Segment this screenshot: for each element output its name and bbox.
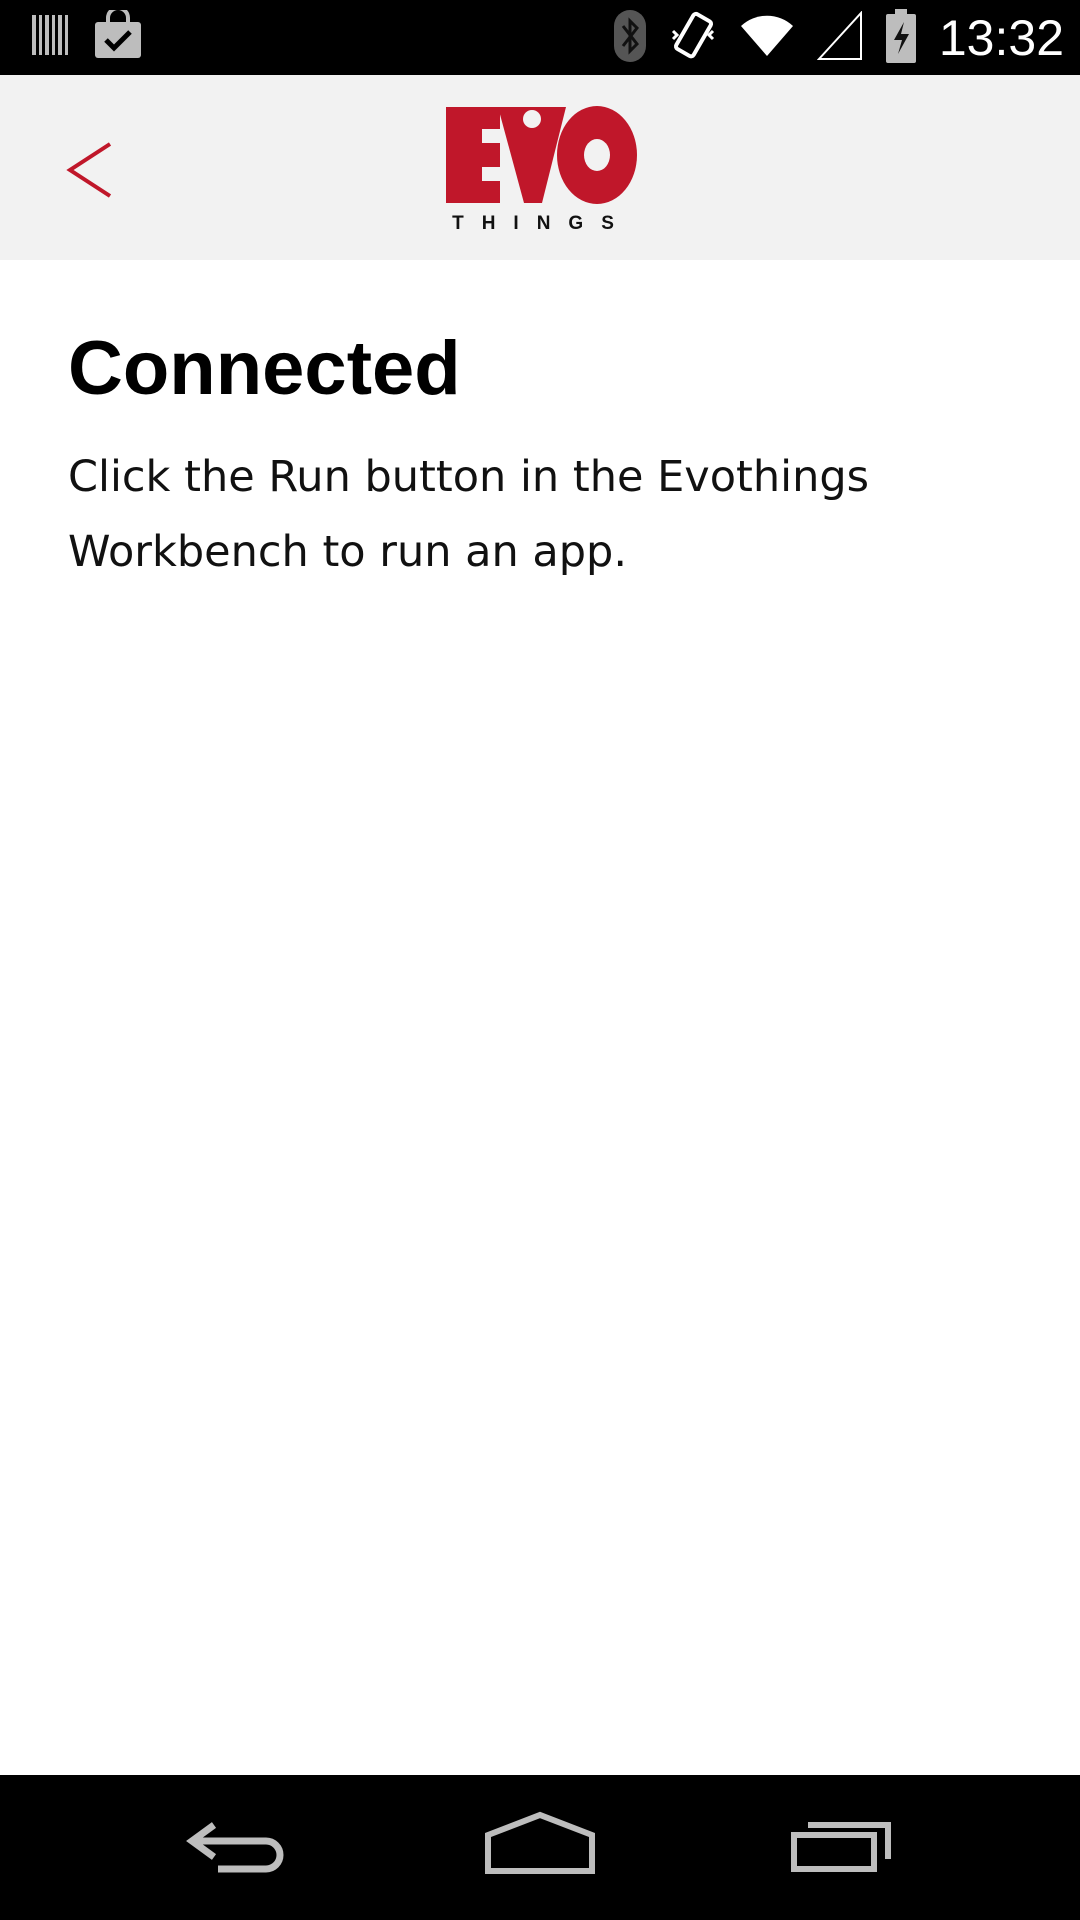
recents-nav-icon xyxy=(791,1822,891,1872)
status-bar: 13:32 xyxy=(0,0,1080,75)
status-right-icons: 13:32 xyxy=(613,8,1064,68)
nav-home-button[interactable] xyxy=(480,1805,600,1890)
connected-message: Click the Run button in the Evothings Wo… xyxy=(68,452,870,577)
barcode-icon xyxy=(30,11,70,64)
status-time: 13:32 xyxy=(938,10,1064,66)
nav-recents-button[interactable] xyxy=(780,1805,900,1890)
bluetooth-icon xyxy=(613,9,647,68)
evothings-logo: THINGS xyxy=(442,105,642,235)
back-button[interactable] xyxy=(60,130,130,210)
svg-text:THINGS: THINGS xyxy=(452,213,632,234)
main-content: Connected Click the Run button in the Ev… xyxy=(68,325,1018,590)
chevron-left-icon xyxy=(66,142,112,198)
vibrate-icon xyxy=(669,9,717,68)
back-nav-icon xyxy=(186,1822,284,1873)
app-header: THINGS xyxy=(0,75,1080,260)
battery-charging-icon xyxy=(885,8,917,69)
signal-icon xyxy=(816,9,863,66)
shopping-bag-check-icon xyxy=(92,6,144,65)
wifi-icon xyxy=(739,12,795,65)
nav-back-button[interactable] xyxy=(180,1805,300,1890)
system-nav-bar xyxy=(0,1775,1080,1920)
home-nav-icon xyxy=(485,1811,595,1874)
status-left-icons xyxy=(30,6,144,65)
page-title: Connected xyxy=(68,326,461,411)
